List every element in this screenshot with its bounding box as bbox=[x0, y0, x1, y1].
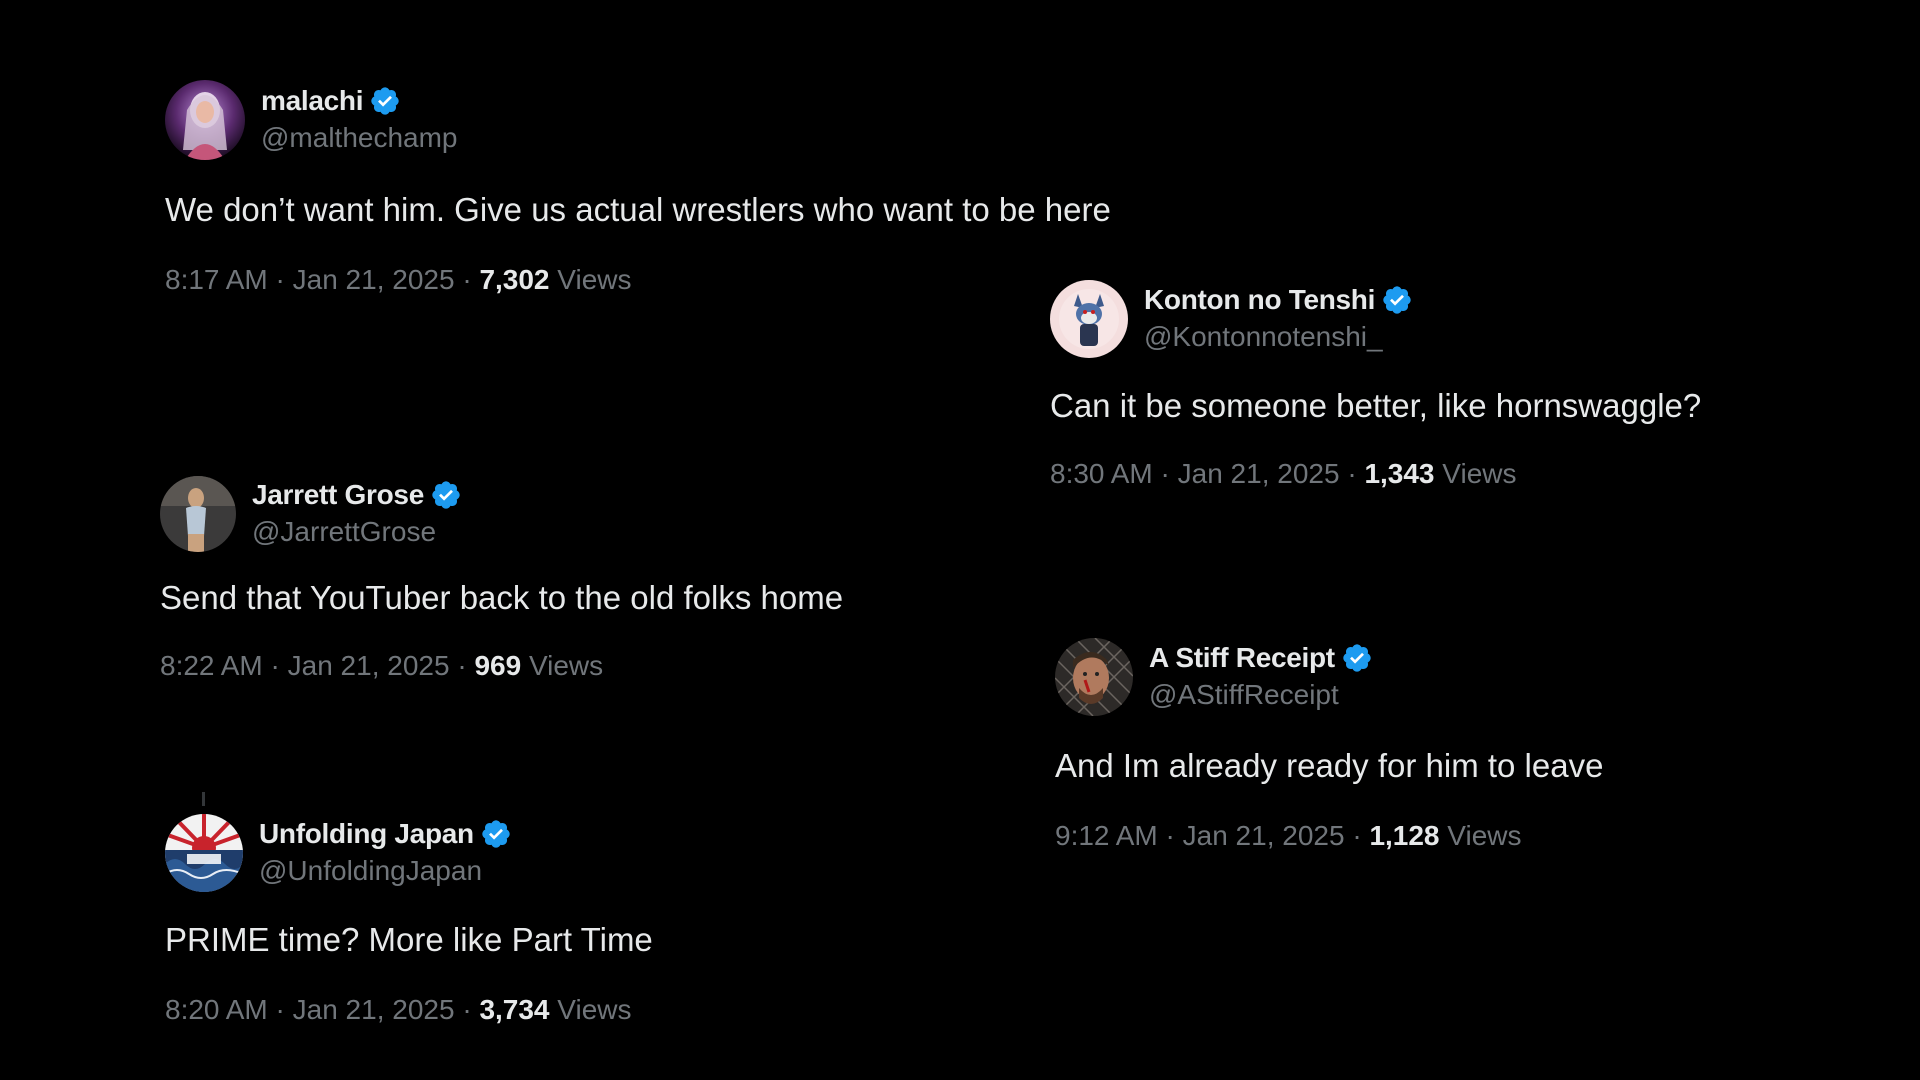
display-name[interactable]: Jarrett Grose bbox=[252, 477, 424, 513]
views-label: Views bbox=[557, 994, 632, 1025]
tweet-text: Send that YouTuber back to the old folks… bbox=[160, 579, 844, 616]
views-label: Views bbox=[528, 650, 604, 681]
tweet-time[interactable]: 8:17 AM bbox=[165, 264, 268, 295]
avatar-image bbox=[165, 80, 245, 160]
avatar-image bbox=[160, 476, 236, 552]
views-count: 7,302 bbox=[479, 264, 550, 295]
views-label: Views bbox=[1442, 458, 1517, 489]
handle[interactable]: @AStiffReceipt bbox=[1149, 676, 1373, 714]
tweet-card-astiffreceipt: A Stiff Receipt @AStiffReceipt And Im al… bbox=[1055, 638, 1603, 854]
tweet-header: Jarrett Grose @JarrettGrose bbox=[160, 476, 843, 552]
tweet-time[interactable]: 8:20 AM bbox=[165, 994, 268, 1025]
tweet-meta: 8:30 AM · Jan 21, 2025 · 1,343 Views bbox=[1050, 456, 1701, 492]
views-count: 1,128 bbox=[1369, 820, 1440, 851]
meta-separator: · bbox=[262, 650, 288, 681]
tweet-meta: 8:20 AM · Jan 21, 2025 · 3,734 Views bbox=[165, 992, 653, 1028]
handle[interactable]: @malthechamp bbox=[261, 119, 458, 157]
views-label: Views bbox=[557, 264, 632, 295]
meta-separator: · bbox=[267, 994, 293, 1025]
tweet-header: Unfolding Japan @UnfoldingJapan bbox=[165, 814, 653, 892]
views-count: 1,343 bbox=[1364, 458, 1435, 489]
tweet-date[interactable]: Jan 21, 2025 bbox=[288, 650, 450, 681]
tweet-meta: 8:17 AM · Jan 21, 2025 · 7,302 Views bbox=[165, 262, 1111, 298]
meta-separator: · bbox=[454, 994, 480, 1025]
handle[interactable]: @JarrettGrose bbox=[252, 513, 462, 551]
verified-badge-icon bbox=[430, 479, 462, 511]
meta-separator: · bbox=[454, 264, 480, 295]
tweet-header: A Stiff Receipt @AStiffReceipt bbox=[1055, 638, 1603, 716]
avatar[interactable] bbox=[1055, 638, 1133, 716]
verified-badge-icon bbox=[1381, 284, 1413, 316]
display-name[interactable]: malachi bbox=[261, 83, 363, 119]
meta-separator: · bbox=[1344, 820, 1370, 851]
handle[interactable]: @Kontonnotenshi_ bbox=[1144, 318, 1413, 356]
display-name[interactable]: A Stiff Receipt bbox=[1149, 640, 1335, 676]
tweet-card-unfoldingjapan: Unfolding Japan @UnfoldingJapan PRIME ti… bbox=[165, 814, 653, 1028]
thread-connector-line bbox=[202, 792, 205, 806]
views-count: 969 bbox=[474, 650, 522, 681]
views-count: 3,734 bbox=[479, 994, 550, 1025]
display-name[interactable]: Unfolding Japan bbox=[259, 816, 474, 852]
meta-separator: · bbox=[1157, 820, 1183, 851]
tweet-card-kontonnotenshi: Konton no Tenshi @Kontonnotenshi_ Can it… bbox=[1050, 280, 1701, 492]
avatar[interactable] bbox=[165, 814, 243, 892]
tweet-text: And Im already ready for him to leave bbox=[1055, 747, 1604, 784]
avatar[interactable] bbox=[160, 476, 236, 552]
avatar[interactable] bbox=[1050, 280, 1128, 358]
meta-separator: · bbox=[1152, 458, 1178, 489]
verified-badge-icon bbox=[369, 85, 401, 117]
avatar-image bbox=[1050, 280, 1128, 358]
meta-separator: · bbox=[449, 650, 475, 681]
tweet-card-jarrettgrose: Jarrett Grose @JarrettGrose Send that Yo… bbox=[160, 476, 843, 684]
verified-badge-icon bbox=[480, 818, 512, 850]
meta-separator: · bbox=[1339, 458, 1365, 489]
views-label: Views bbox=[1447, 820, 1522, 851]
tweet-date[interactable]: Jan 21, 2025 bbox=[1178, 458, 1340, 489]
tweet-header: malachi @malthechamp bbox=[165, 80, 1111, 160]
handle[interactable]: @UnfoldingJapan bbox=[259, 852, 512, 890]
avatar-image bbox=[165, 814, 243, 892]
tweet-time[interactable]: 8:30 AM bbox=[1050, 458, 1153, 489]
display-name[interactable]: Konton no Tenshi bbox=[1144, 282, 1375, 318]
meta-separator: · bbox=[267, 264, 293, 295]
tweet-text: PRIME time? More like Part Time bbox=[165, 921, 653, 958]
tweet-meta: 9:12 AM · Jan 21, 2025 · 1,128 Views bbox=[1055, 818, 1603, 854]
tweet-date[interactable]: Jan 21, 2025 bbox=[293, 264, 455, 295]
tweet-time[interactable]: 9:12 AM bbox=[1055, 820, 1158, 851]
tweet-card-malthechamp: malachi @malthechamp We don’t want him. … bbox=[165, 80, 1111, 298]
verified-badge-icon bbox=[1341, 642, 1373, 674]
tweet-date[interactable]: Jan 21, 2025 bbox=[293, 994, 455, 1025]
tweet-time[interactable]: 8:22 AM bbox=[160, 650, 263, 681]
avatar-image bbox=[1055, 638, 1133, 716]
tweet-text: Can it be someone better, like hornswagg… bbox=[1050, 387, 1702, 424]
avatar[interactable] bbox=[165, 80, 245, 160]
tweet-meta: 8:22 AM · Jan 21, 2025 · 969 Views bbox=[160, 648, 843, 684]
tweet-text: We don’t want him. Give us actual wrestl… bbox=[165, 191, 1111, 228]
tweet-date[interactable]: Jan 21, 2025 bbox=[1183, 820, 1345, 851]
tweet-header: Konton no Tenshi @Kontonnotenshi_ bbox=[1050, 280, 1701, 358]
